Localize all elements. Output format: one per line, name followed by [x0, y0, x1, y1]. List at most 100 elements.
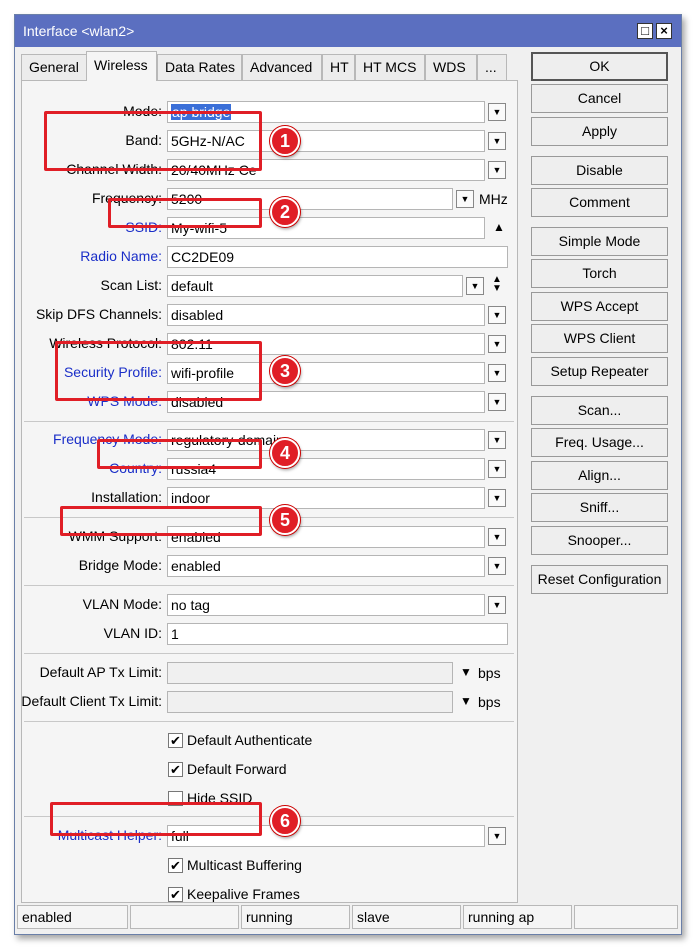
highlight-box-2	[108, 198, 262, 228]
default-ap-tx-unit: bps	[478, 665, 501, 681]
scan-list-label-row: Scan List:	[22, 275, 162, 297]
default-ap-tx-label: Default AP Tx Limit:	[39, 664, 162, 680]
wmm-support-dropdown-icon[interactable]: ▼	[488, 528, 506, 546]
bridge-mode-label-row: Bridge Mode:	[22, 555, 162, 577]
annotation-badge-4: 4	[270, 438, 300, 468]
skip-dfs-select[interactable]: disabled	[167, 304, 485, 326]
freq-usage-button[interactable]: Freq. Usage...	[531, 428, 668, 457]
comment-button[interactable]: Comment	[531, 188, 668, 217]
skip-dfs-label-row: Skip DFS Channels:	[22, 304, 162, 326]
highlight-box-3	[55, 341, 262, 401]
torch-button[interactable]: Torch	[531, 259, 668, 288]
window-title: Interface <wlan2>	[23, 23, 135, 39]
tab-ht[interactable]: HT	[322, 54, 355, 81]
tab-data-rates[interactable]: Data Rates	[157, 54, 242, 81]
multicast-helper-dropdown-icon[interactable]: ▼	[488, 827, 506, 845]
close-icon[interactable]: ×	[656, 23, 672, 39]
skip-dfs-label: Skip DFS Channels:	[35, 306, 162, 322]
country-dropdown-icon[interactable]: ▼	[488, 460, 506, 478]
tab-ht-mcs[interactable]: HT MCS	[355, 54, 425, 81]
scan-list-updown-icon[interactable]: ▲ ▼	[492, 275, 502, 294]
wps-mode-dropdown-icon[interactable]: ▼	[488, 393, 506, 411]
vlan-id-input[interactable]: 1	[167, 623, 508, 645]
default-client-tx-label: Default Client Tx Limit:	[21, 693, 162, 709]
radio-name-input[interactable]: CC2DE09	[167, 246, 508, 268]
vlan-mode-label: VLAN Mode:	[82, 596, 162, 612]
default-client-tx-input[interactable]	[167, 691, 453, 713]
skip-dfs-dropdown-icon[interactable]: ▼	[488, 306, 506, 324]
vlan-mode-select[interactable]: no tag	[167, 594, 485, 616]
tab-more[interactable]: ...	[477, 54, 507, 81]
keepalive-frames-label: Keepalive Frames	[187, 886, 300, 902]
wireless-protocol-dropdown-icon[interactable]: ▼	[488, 335, 506, 353]
snooper-button[interactable]: Snooper...	[531, 526, 668, 555]
mode-dropdown-icon[interactable]: ▼	[488, 103, 506, 121]
divider	[24, 585, 514, 586]
divider	[24, 721, 514, 722]
divider	[24, 421, 514, 422]
tab-general[interactable]: General	[21, 54, 87, 81]
tab-wds[interactable]: WDS	[425, 54, 477, 81]
frequency-unit: MHz	[479, 191, 508, 207]
default-forward-label: Default Forward	[187, 761, 287, 777]
frequency-dropdown-icon[interactable]: ▼	[456, 190, 474, 208]
ok-button[interactable]: OK	[531, 52, 668, 81]
default-forward-checkbox[interactable]: ✔	[168, 762, 183, 777]
vlan-id-label-row: VLAN ID:	[22, 623, 162, 645]
tab-advanced[interactable]: Advanced	[242, 54, 322, 81]
bridge-mode-label: Bridge Mode:	[78, 557, 162, 573]
highlight-box-6	[50, 802, 262, 836]
vlan-mode-dropdown-icon[interactable]: ▼	[488, 596, 506, 614]
maximize-icon[interactable]: □	[637, 23, 653, 39]
radio-name-label: Radio Name:	[80, 248, 162, 264]
annotation-badge-1: 1	[270, 126, 300, 156]
security-profile-dropdown-icon[interactable]: ▼	[488, 364, 506, 382]
band-dropdown-icon[interactable]: ▼	[488, 132, 506, 150]
installation-dropdown-icon[interactable]: ▼	[488, 489, 506, 507]
vlan-id-label: VLAN ID:	[103, 625, 162, 641]
status-slave: slave	[352, 905, 461, 929]
status-running-ap: running ap	[463, 905, 572, 929]
annotation-badge-6: 6	[270, 806, 300, 836]
default-ap-tx-input[interactable]	[167, 662, 453, 684]
disable-button[interactable]: Disable	[531, 156, 668, 185]
align-button[interactable]: Align...	[531, 461, 668, 490]
keepalive-frames-checkbox[interactable]: ✔	[168, 887, 183, 902]
highlight-box-5	[60, 506, 262, 536]
frequency-mode-dropdown-icon[interactable]: ▼	[488, 431, 506, 449]
scan-list-dropdown-icon[interactable]: ▼	[466, 277, 484, 295]
wireless-panel: Mode: ap bridge ▼ Band: 5GHz-N/AC ▼ Chan…	[21, 80, 518, 903]
radio-name-label-row: Radio Name:	[22, 246, 162, 268]
sniff-button[interactable]: Sniff...	[531, 493, 668, 522]
multicast-buffering-checkbox[interactable]: ✔	[168, 858, 183, 873]
highlight-box-4	[97, 439, 262, 469]
default-ap-tx-dropdown-icon[interactable]: ▼	[460, 665, 472, 679]
status-running: running	[241, 905, 350, 929]
divider	[24, 653, 514, 654]
cancel-button[interactable]: Cancel	[531, 84, 668, 113]
status-enabled: enabled	[17, 905, 128, 929]
default-authenticate-checkbox[interactable]: ✔	[168, 733, 183, 748]
annotation-badge-3: 3	[270, 356, 300, 386]
default-authenticate-label: Default Authenticate	[187, 732, 313, 748]
setup-repeater-button[interactable]: Setup Repeater	[531, 357, 668, 386]
bridge-mode-select[interactable]: enabled	[167, 555, 485, 577]
reset-configuration-button[interactable]: Reset Configuration	[531, 565, 668, 594]
tab-wireless[interactable]: Wireless	[86, 51, 157, 81]
scan-button[interactable]: Scan...	[531, 396, 668, 425]
installation-label: Installation:	[91, 489, 162, 505]
simple-mode-button[interactable]: Simple Mode	[531, 227, 668, 256]
wps-client-button[interactable]: WPS Client	[531, 324, 668, 353]
collapse-up-icon[interactable]: ▲	[493, 220, 505, 234]
annotation-badge-5: 5	[270, 505, 300, 535]
apply-button[interactable]: Apply	[531, 117, 668, 146]
channel-width-dropdown-icon[interactable]: ▼	[488, 161, 506, 179]
title-bar[interactable]: Interface <wlan2> □ ×	[15, 15, 681, 47]
status-bar: enabled running slave running ap	[17, 905, 679, 931]
wps-accept-button[interactable]: WPS Accept	[531, 292, 668, 321]
bridge-mode-dropdown-icon[interactable]: ▼	[488, 557, 506, 575]
scan-list-select[interactable]: default	[167, 275, 463, 297]
multicast-buffering-label: Multicast Buffering	[187, 857, 302, 873]
default-client-tx-dropdown-icon[interactable]: ▼	[460, 694, 472, 708]
scan-list-label: Scan List:	[100, 277, 162, 293]
